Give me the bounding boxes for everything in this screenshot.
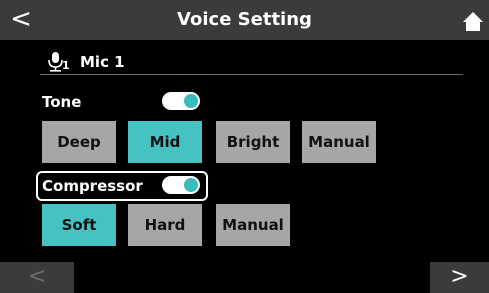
page-title: Voice Setting <box>177 9 312 30</box>
compressor-toggle[interactable] <box>162 176 200 194</box>
prev-page-button[interactable]: < <box>0 262 74 293</box>
microphone-icon: 1 <box>47 52 70 72</box>
toggle-knob <box>184 94 198 108</box>
compressor-manual-button[interactable]: Manual <box>216 204 290 246</box>
compressor-soft-button[interactable]: Soft <box>42 204 116 246</box>
tone-label: Tone <box>42 93 82 111</box>
tone-mid-button[interactable]: Mid <box>128 121 202 163</box>
title-bar: < Voice Setting <box>0 0 489 40</box>
compressor-label: Compressor <box>42 177 143 195</box>
tone-bright-button[interactable]: Bright <box>216 121 290 163</box>
toggle-knob <box>184 178 198 192</box>
mic-label: Mic 1 <box>80 53 125 71</box>
compressor-hard-button[interactable]: Hard <box>128 204 202 246</box>
next-page-button[interactable]: > <box>430 262 489 293</box>
tone-manual-button[interactable]: Manual <box>302 121 376 163</box>
tone-deep-button[interactable]: Deep <box>42 121 116 163</box>
mic-number: 1 <box>62 59 70 72</box>
home-icon[interactable] <box>462 10 484 32</box>
divider <box>40 74 463 75</box>
tone-toggle[interactable] <box>162 92 200 110</box>
